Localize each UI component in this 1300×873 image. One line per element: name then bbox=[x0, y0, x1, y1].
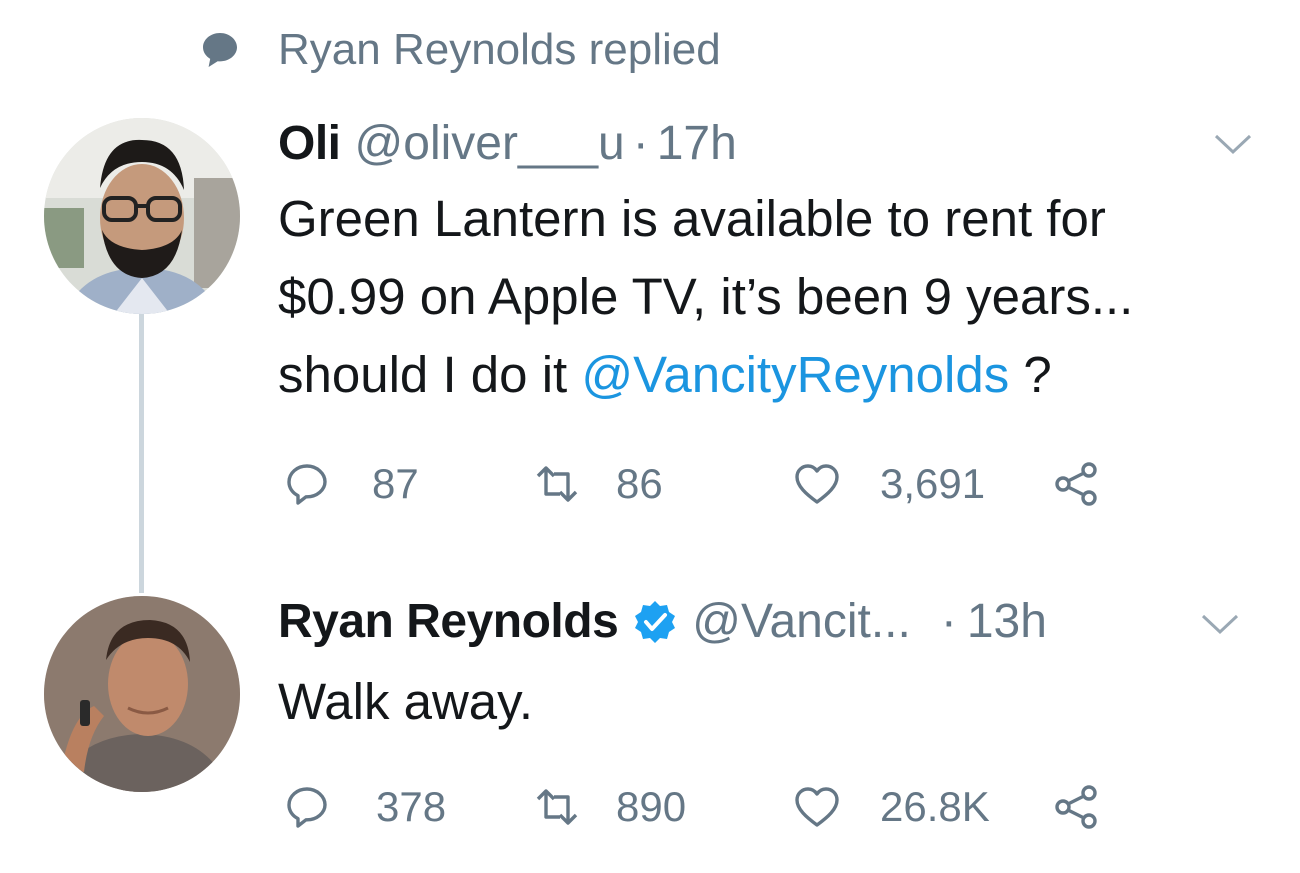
like-count: 26.8K bbox=[880, 783, 990, 830]
avatar-oli[interactable] bbox=[44, 118, 240, 314]
mention-link[interactable]: @VancityReynolds bbox=[581, 346, 1009, 403]
author-handle[interactable]: @Vancit... bbox=[692, 594, 911, 649]
thread-connector-line bbox=[139, 313, 144, 593]
tweet-timestamp[interactable]: 17h bbox=[657, 116, 737, 171]
tweet-header-ryan: Ryan Reynolds @Vancit... · 13h bbox=[278, 594, 1047, 649]
reply-context-text: Ryan Reynolds replied bbox=[278, 25, 721, 74]
heart-icon bbox=[794, 784, 840, 830]
avatar-ryan-reynolds[interactable] bbox=[44, 596, 240, 792]
reply-button[interactable]: 378 bbox=[284, 777, 446, 837]
tweet-text-segment: should I do it bbox=[278, 346, 582, 403]
retweet-count: 890 bbox=[616, 783, 687, 830]
like-button[interactable]: 26.8K bbox=[794, 777, 990, 837]
tweet-text-line: should I do it @VancityReynolds ? bbox=[278, 336, 1133, 414]
retweet-icon bbox=[534, 461, 580, 507]
retweet-icon bbox=[534, 784, 580, 830]
reply-count: 87 bbox=[372, 460, 419, 507]
author-handle[interactable]: @oliver___u bbox=[355, 116, 625, 171]
reply-button[interactable]: 87 bbox=[284, 454, 419, 514]
retweet-count: 86 bbox=[616, 460, 663, 507]
reply-thread-card: Ryan Reynolds replied Oli @oliver___u · … bbox=[0, 0, 1300, 873]
tweet-timestamp[interactable]: 13h bbox=[967, 594, 1047, 649]
tweet-text-ryan: Walk away. bbox=[278, 673, 534, 730]
like-button[interactable]: 3,691 bbox=[794, 454, 985, 514]
tweet-text-line: Green Lantern is available to rent for bbox=[278, 190, 1106, 247]
reply-icon bbox=[284, 461, 330, 507]
tweet-actions-ryan: 378 890 26.8K bbox=[284, 777, 1124, 837]
verified-badge-icon bbox=[632, 599, 678, 645]
share-icon[interactable] bbox=[1052, 460, 1100, 508]
tweet-text-line: $0.99 on Apple TV, it’s been 9 years... bbox=[278, 268, 1134, 325]
retweet-button[interactable]: 86 bbox=[534, 454, 663, 514]
tweet-text-oli: Green Lantern is available to rent for $… bbox=[278, 180, 1133, 414]
speech-bubble-icon bbox=[198, 28, 242, 72]
heart-icon bbox=[794, 461, 840, 507]
separator-dot: · bbox=[940, 595, 957, 648]
tweet-actions-oli: 87 86 3,691 bbox=[284, 454, 1124, 514]
reply-count: 378 bbox=[376, 783, 447, 830]
reply-icon bbox=[284, 784, 330, 830]
tweet-header-oli: Oli @oliver___u · 17h bbox=[278, 116, 737, 171]
reply-context: Ryan Reynolds replied bbox=[198, 22, 721, 78]
share-icon[interactable] bbox=[1052, 783, 1100, 831]
like-count: 3,691 bbox=[880, 460, 986, 507]
chevron-down-icon[interactable] bbox=[1213, 132, 1253, 156]
tweet-text-segment: ? bbox=[1009, 346, 1052, 403]
chevron-down-icon[interactable] bbox=[1200, 612, 1240, 636]
author-name[interactable]: Ryan Reynolds bbox=[278, 594, 619, 649]
author-name[interactable]: Oli bbox=[278, 116, 341, 171]
retweet-button[interactable]: 890 bbox=[534, 777, 686, 837]
separator-dot: · bbox=[632, 117, 649, 170]
